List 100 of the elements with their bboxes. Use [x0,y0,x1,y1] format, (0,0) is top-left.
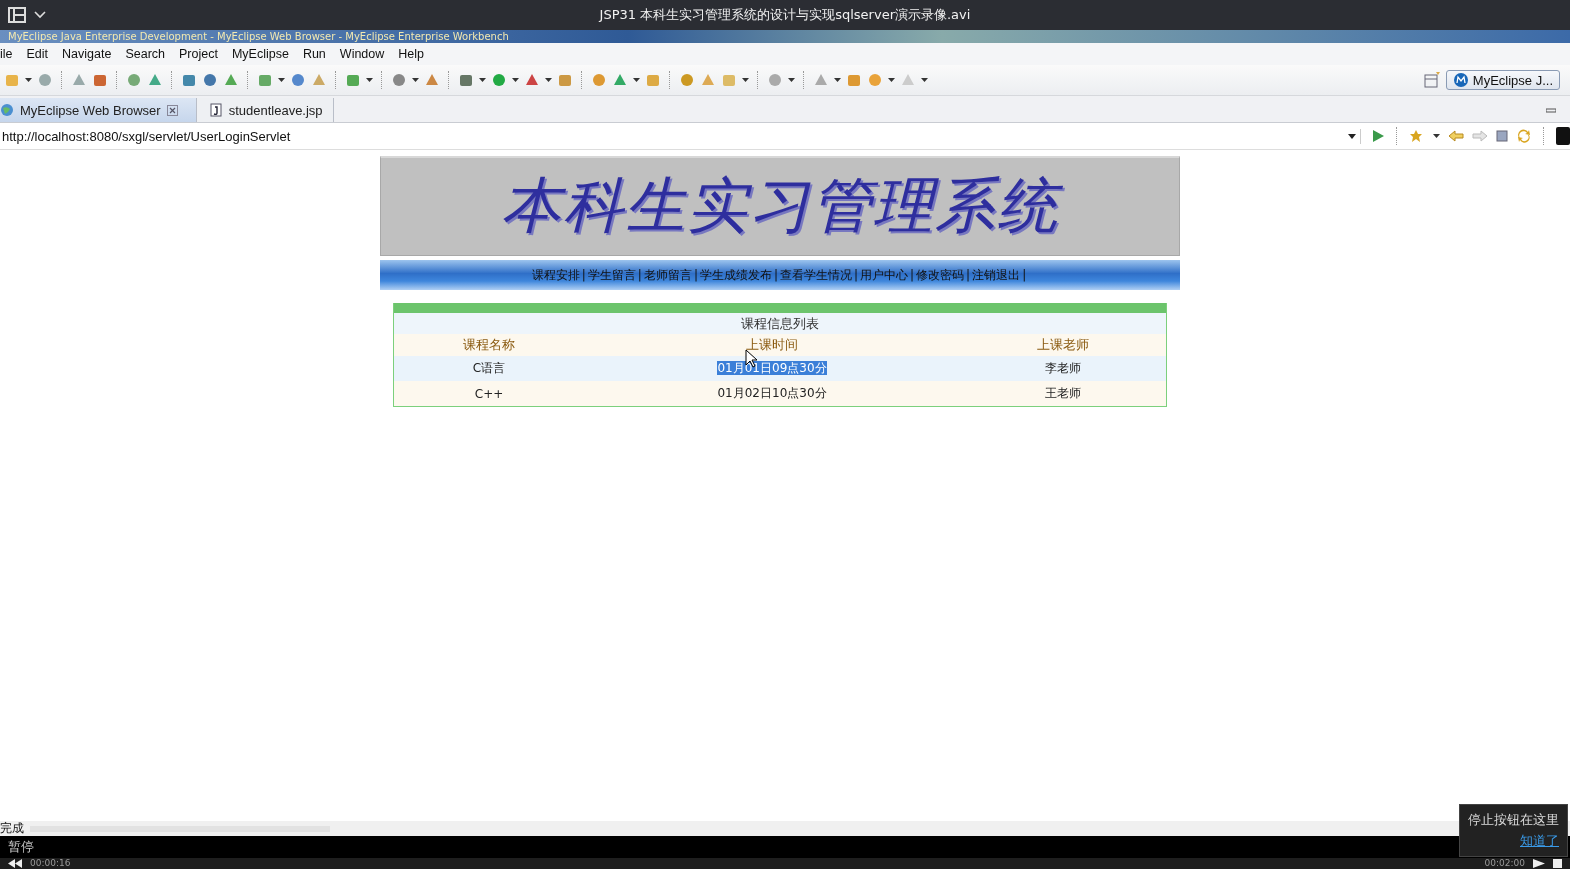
dropdown-caret-icon[interactable] [278,78,285,82]
table-cell-text: 王老师 [1044,385,1082,402]
column-header: 课程名称 [462,336,516,354]
elapsed-time: 00:00:16 [30,858,71,869]
menu-item[interactable]: Edit [19,47,56,61]
toolbar-icon[interactable] [767,72,783,88]
toolbar-icon[interactable] [181,72,197,88]
table-cell-text: C++ [473,386,505,401]
back-arrow-icon[interactable] [1448,130,1464,142]
toolbar-icon[interactable] [679,72,695,88]
toolbar-icon[interactable] [257,72,273,88]
toolbar-icon[interactable] [591,72,607,88]
nav-separator: | [693,268,698,282]
table-cell: 01月02日10点30分 [717,386,827,400]
toolbar-icon[interactable] [311,72,327,88]
toolbar-icon[interactable] [92,72,108,88]
dropdown-caret-icon[interactable] [834,78,841,82]
duration-time: 00:02:00 [1484,858,1525,869]
toolbar-icon[interactable] [345,72,361,88]
toolbar-icon[interactable] [846,72,862,88]
dropdown-caret-icon[interactable] [921,78,928,82]
menu-item[interactable]: Window [332,47,392,61]
dropdown-caret-icon[interactable] [412,78,419,82]
menu-item[interactable]: Search [118,47,172,61]
forward-arrow-icon[interactable] [1472,130,1488,142]
toolbar-icon[interactable] [458,72,474,88]
chevron-down-icon[interactable] [34,11,46,19]
go-icon[interactable] [1371,129,1385,143]
myeclipse-logo-icon [1452,72,1469,88]
toolbar-icon[interactable] [202,72,218,88]
toolbar-icon[interactable] [424,72,440,88]
dropdown-caret-icon[interactable] [1348,133,1356,139]
dropdown-caret-icon[interactable] [25,78,32,82]
nav-link[interactable]: 老师留言 [643,266,692,284]
window-title: MyEclipse Java Enterprise Development - MyEclipse Web Browser - MyEclipse Enterprise Workbench [0,30,1570,43]
refresh-icon[interactable] [1516,128,1532,144]
status-text: 完成 [0,821,24,836]
jsp-file-icon [208,103,223,117]
toolbar-icon[interactable] [391,72,407,88]
dropdown-caret-icon[interactable] [366,78,373,82]
editor-tab[interactable]: MyEclipse Web Browser [0,98,197,122]
menu-item[interactable]: Run [295,47,333,61]
table-title: 课程信息列表 [394,313,1166,334]
dismiss-link[interactable]: 知道了 [1520,832,1559,850]
nav-link[interactable]: 学生留言 [587,266,636,284]
dropdown-caret-icon[interactable] [545,78,552,82]
dropdown-caret-icon[interactable] [788,78,795,82]
toolbar-icon[interactable] [557,72,573,88]
open-perspective-icon[interactable] [1423,72,1440,88]
toolbar-icon[interactable] [290,72,306,88]
table-cell-text: 李老师 [1044,360,1082,377]
favorites-icon[interactable] [1409,129,1425,143]
toolbar-icon[interactable] [813,72,829,88]
nav-separator: | [637,268,642,282]
menu-item[interactable]: Project [172,47,225,61]
stop-icon[interactable] [1496,130,1508,142]
playback-state: 暂停 [7,838,34,856]
dropdown-caret-icon[interactable] [742,78,749,82]
toolbar-icon[interactable] [645,72,661,88]
dropdown-caret-icon[interactable] [888,78,895,82]
column-header: 上课时间 [745,336,799,354]
toolbar-icon[interactable] [71,72,87,88]
nav-link[interactable]: 修改密码 [916,266,965,284]
menu-item[interactable]: Help [391,47,431,61]
tooltip-text: 停止按钮在这里 [1468,811,1559,829]
playlist-icon[interactable] [8,7,26,23]
toolbar-icon[interactable] [867,72,883,88]
close-icon[interactable] [166,104,178,116]
dropdown-caret-icon[interactable] [479,78,486,82]
perspective-button[interactable]: MyEclipse J... [1445,70,1560,90]
nav-link[interactable]: 注销退出 [972,266,1021,284]
toolbar-icon[interactable] [700,72,716,88]
toolbar-icon[interactable] [612,72,628,88]
toolbar-icon[interactable] [37,72,53,88]
dropdown-caret-icon[interactable] [1433,134,1440,138]
column-header: 上课老师 [1036,336,1090,354]
nav-separator: | [773,268,778,282]
nav-link[interactable]: 学生成绩发布 [699,266,772,284]
nav-link[interactable]: 查看学生情况 [780,266,852,284]
dropdown-caret-icon[interactable] [512,78,519,82]
globe-icon [0,103,14,117]
nav-link[interactable]: 用户中心 [860,266,909,284]
url-field[interactable]: http://localhost:8080/sxgl/servlet/UserLoginServlet [0,128,1361,144]
nav-link[interactable]: 课程安排 [531,266,580,284]
toolbar-icon[interactable] [147,72,163,88]
toolbar-icon[interactable] [223,72,239,88]
panel-edge [1556,127,1570,145]
nav-separator: | [910,268,915,282]
nav-separator: | [1022,268,1027,282]
menu-item[interactable]: MyEclipse [224,47,296,61]
dropdown-caret-icon[interactable] [633,78,640,82]
menu-item[interactable]: ile [0,47,20,61]
toolbar-icon[interactable] [524,72,540,88]
video-title: JSP31 本科生实习管理系统的设计与实现sqlserver演示录像.avi [599,6,971,24]
menu-item[interactable]: Navigate [55,47,119,61]
table-cell-text: C语言 [471,360,507,377]
nav-separator: | [966,268,971,282]
toolbar-icon[interactable] [491,72,507,88]
minimize-icon[interactable] [1546,108,1556,114]
toolbar-icon[interactable] [126,72,142,88]
